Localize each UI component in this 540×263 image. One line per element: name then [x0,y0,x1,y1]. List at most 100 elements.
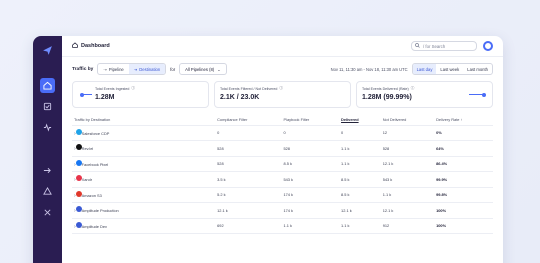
delivered-value: 12.1 k [339,202,381,219]
compliance-icon[interactable] [40,99,55,114]
delivered-value: 1.1 k [339,140,381,157]
col-destination[interactable]: Traffic by Destination [72,114,216,126]
delivery-rate-value: 100% [434,218,493,234]
table-row[interactable]: › Salesforce CDP 0 0 0 12 0% [72,125,493,141]
col-delivery-rate-label: Delivery Rate [436,116,460,122]
metric-title: Total Events Filtered / Not Delivered [220,86,278,91]
tab-destination[interactable]: ⇥ Destination [128,64,166,74]
time-range-toggle: Last day Last week Last month [411,63,493,75]
search-input[interactable]: / for Search [411,41,477,51]
destination-icon: ⇥ [133,66,138,72]
filter-bar: Traffic by ⇢ Pipeline ⇥ Destination for … [72,60,493,78]
sidebar [33,36,62,263]
traffic-by-toggle: ⇢ Pipeline ⇥ Destination [97,63,167,75]
destination-name: Rev.lel [81,146,94,152]
delivered-value: 1.1 k [339,218,381,234]
table-row[interactable]: › Rev.lel 528 528 1.1 k 528 64% [72,140,493,157]
not-delivered-value: 12.1 k [380,202,435,219]
destination-name: Amplitude Dev [81,223,107,229]
compliance-filter-value: 528 [215,140,282,157]
destination-name: Facebook Pixel [81,161,109,167]
compliance-filter-value: 5.2 k [215,187,282,203]
destination-cell: › Salesforce CDP [74,128,213,137]
delivery-rate-value: 0% [434,125,493,141]
compliance-filter-value: 3.5 k [215,171,282,188]
destination-cell: › Amazon S3 [74,190,213,199]
tab-pipeline-label: Pipeline [108,66,124,72]
playbook-filter-value: 8.5 k [281,156,340,172]
delivered-value: 1.1 k [339,156,381,172]
destination-name: Salesforce CDP [81,130,110,136]
delivery-rate-value: 64% [434,140,493,157]
chevron-down-icon: ⌄ [217,66,221,72]
sources-icon[interactable] [40,205,55,220]
tab-pipeline[interactable]: ⇢ Pipeline [98,64,128,74]
top-bar: Dashboard / for Search [62,36,503,57]
not-delivered-value: 12.1 k [380,156,435,172]
home-icon[interactable] [40,78,55,93]
destination-name: Amazon S3 [81,192,102,198]
search-icon [415,43,420,49]
delivery-rate-value: 99.9% [434,171,493,188]
destination-cell: › Xandr [74,175,213,183]
table-header-row: Traffic by Destination Compliance Filter… [72,114,493,126]
dashboard-icon [72,42,78,50]
not-delivered-value: 1.1 k [380,187,435,203]
playbook-filter-value: 174 k [281,187,340,203]
metric-card-filtered: Total Events Filtered / Not Delivered ⓘ 2… [214,81,351,108]
tab-last-day[interactable]: Last day [412,64,437,74]
info-icon: ⓘ [410,86,415,90]
col-playbook-filter[interactable]: Playbook Filter [281,114,340,126]
delivery-rate-value: 100% [434,202,493,219]
delivered-value: 8.5 k [339,171,381,188]
tab-destination-label: Destination [139,66,161,72]
playbook-filter-value: 174 k [281,202,340,219]
metric-value: 1.28M (99.99%) [362,94,412,101]
avatar[interactable] [483,41,493,51]
sparkline [469,94,483,95]
date-range: Nov 11, 11:30 am - Nov 18, 11:30 am UTC [330,66,408,72]
playbook-filter-value: 1.1 k [281,218,340,234]
metric-value: 1.28M [95,94,115,101]
metric-card-delivered: Total Events Delivered (Rate) ⓘ 1.28M (99… [356,81,493,108]
compliance-filter-value: 0 [215,125,282,141]
tab-last-month[interactable]: Last month [463,64,492,74]
not-delivered-value: 528 [380,140,435,157]
destinations-icon[interactable] [40,163,55,178]
activity-icon[interactable] [40,120,55,135]
search-placeholder: / for Search [423,43,446,49]
compliance-filter-value: 528 [215,156,282,172]
col-compliance-filter[interactable]: Compliance Filter [215,114,282,126]
playbook-filter-value: 528 [281,140,340,157]
traffic-by-label: Traffic by [72,66,94,72]
destination-cell: › Amplitude Production [74,206,213,214]
not-delivered-value: 543 k [380,171,435,188]
metric-card-ingested: Total Events Ingested ⓘ 1.28M [72,81,209,108]
pipeline-select[interactable]: All Pipelines (8) ⌄ [179,63,227,75]
playbook-filter-value: 543 k [281,171,340,188]
metric-title: Total Events Delivered (Rate) [362,86,409,91]
tab-last-week[interactable]: Last week [436,64,463,74]
info-icon: ⓘ [131,86,135,90]
destination-name: Amplitude Production [81,208,119,214]
delivery-rate-value: 86.4% [434,156,493,172]
col-not-delivered[interactable]: Not Delivered [380,114,435,126]
not-delivered-value: 912 [380,218,435,234]
table-row[interactable]: › Xandr 3.5 k 543 k 8.5 k 543 k 99.9% [72,171,493,188]
metric-title: Total Events Ingested [95,86,130,91]
col-delivery-rate[interactable]: Delivery Rate ↑ [434,114,493,126]
table-row[interactable]: › Amplitude Production 12.1 k 174 k 12.1 k 12… [72,202,493,219]
destination-cell: › Facebook Pixel [74,159,213,168]
compliance-filter-value: 692 [215,218,282,234]
table-row[interactable]: › Amazon S3 5.2 k 174 k 8.5 k 1.1 k 99.8% [72,187,493,203]
page-title-text: Dashboard [81,43,110,49]
destination-table: Traffic by Destination Compliance Filter… [72,114,493,234]
delivered-value: 0 [339,125,381,141]
pipelines-icon[interactable] [40,184,55,199]
table-row[interactable]: › Facebook Pixel 528 8.5 k 1.1 k 12.1 k 86.4% [72,156,493,172]
destination-cell: › Rev.lel [74,144,213,152]
col-delivered[interactable]: Delivered [339,114,381,126]
table-row[interactable]: › Amplitude Dev 692 1.1 k 1.1 k 912 100% [72,218,493,234]
logo-icon [42,44,54,56]
for-label: for [170,66,176,72]
